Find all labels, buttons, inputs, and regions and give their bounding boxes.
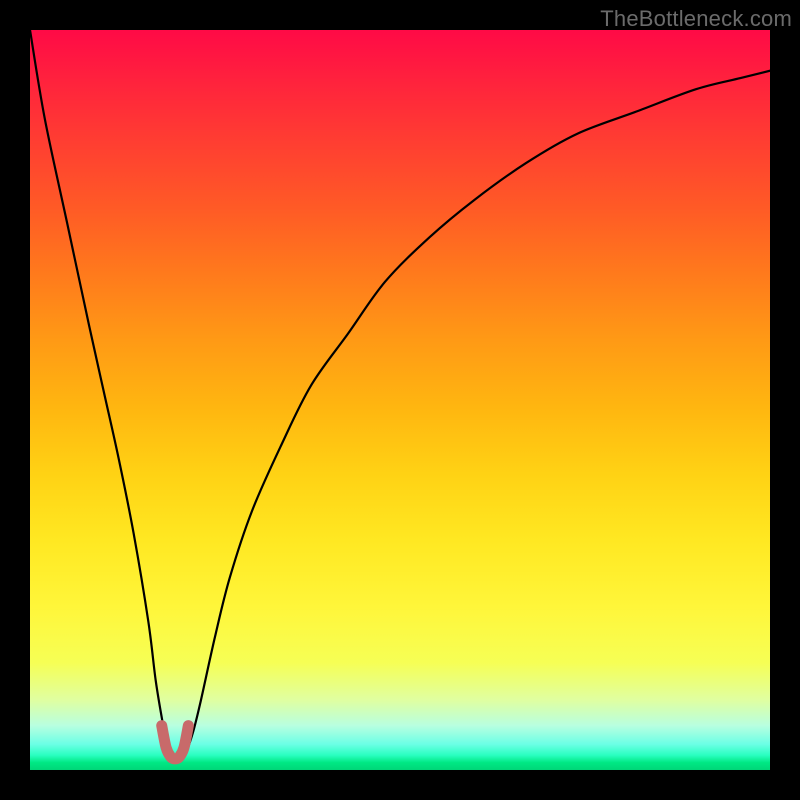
chart-area	[30, 30, 770, 770]
bottleneck-curve	[30, 30, 770, 760]
chart-svg	[30, 30, 770, 770]
watermark-text: TheBottleneck.com	[600, 6, 792, 32]
bottleneck-notch	[162, 726, 189, 759]
